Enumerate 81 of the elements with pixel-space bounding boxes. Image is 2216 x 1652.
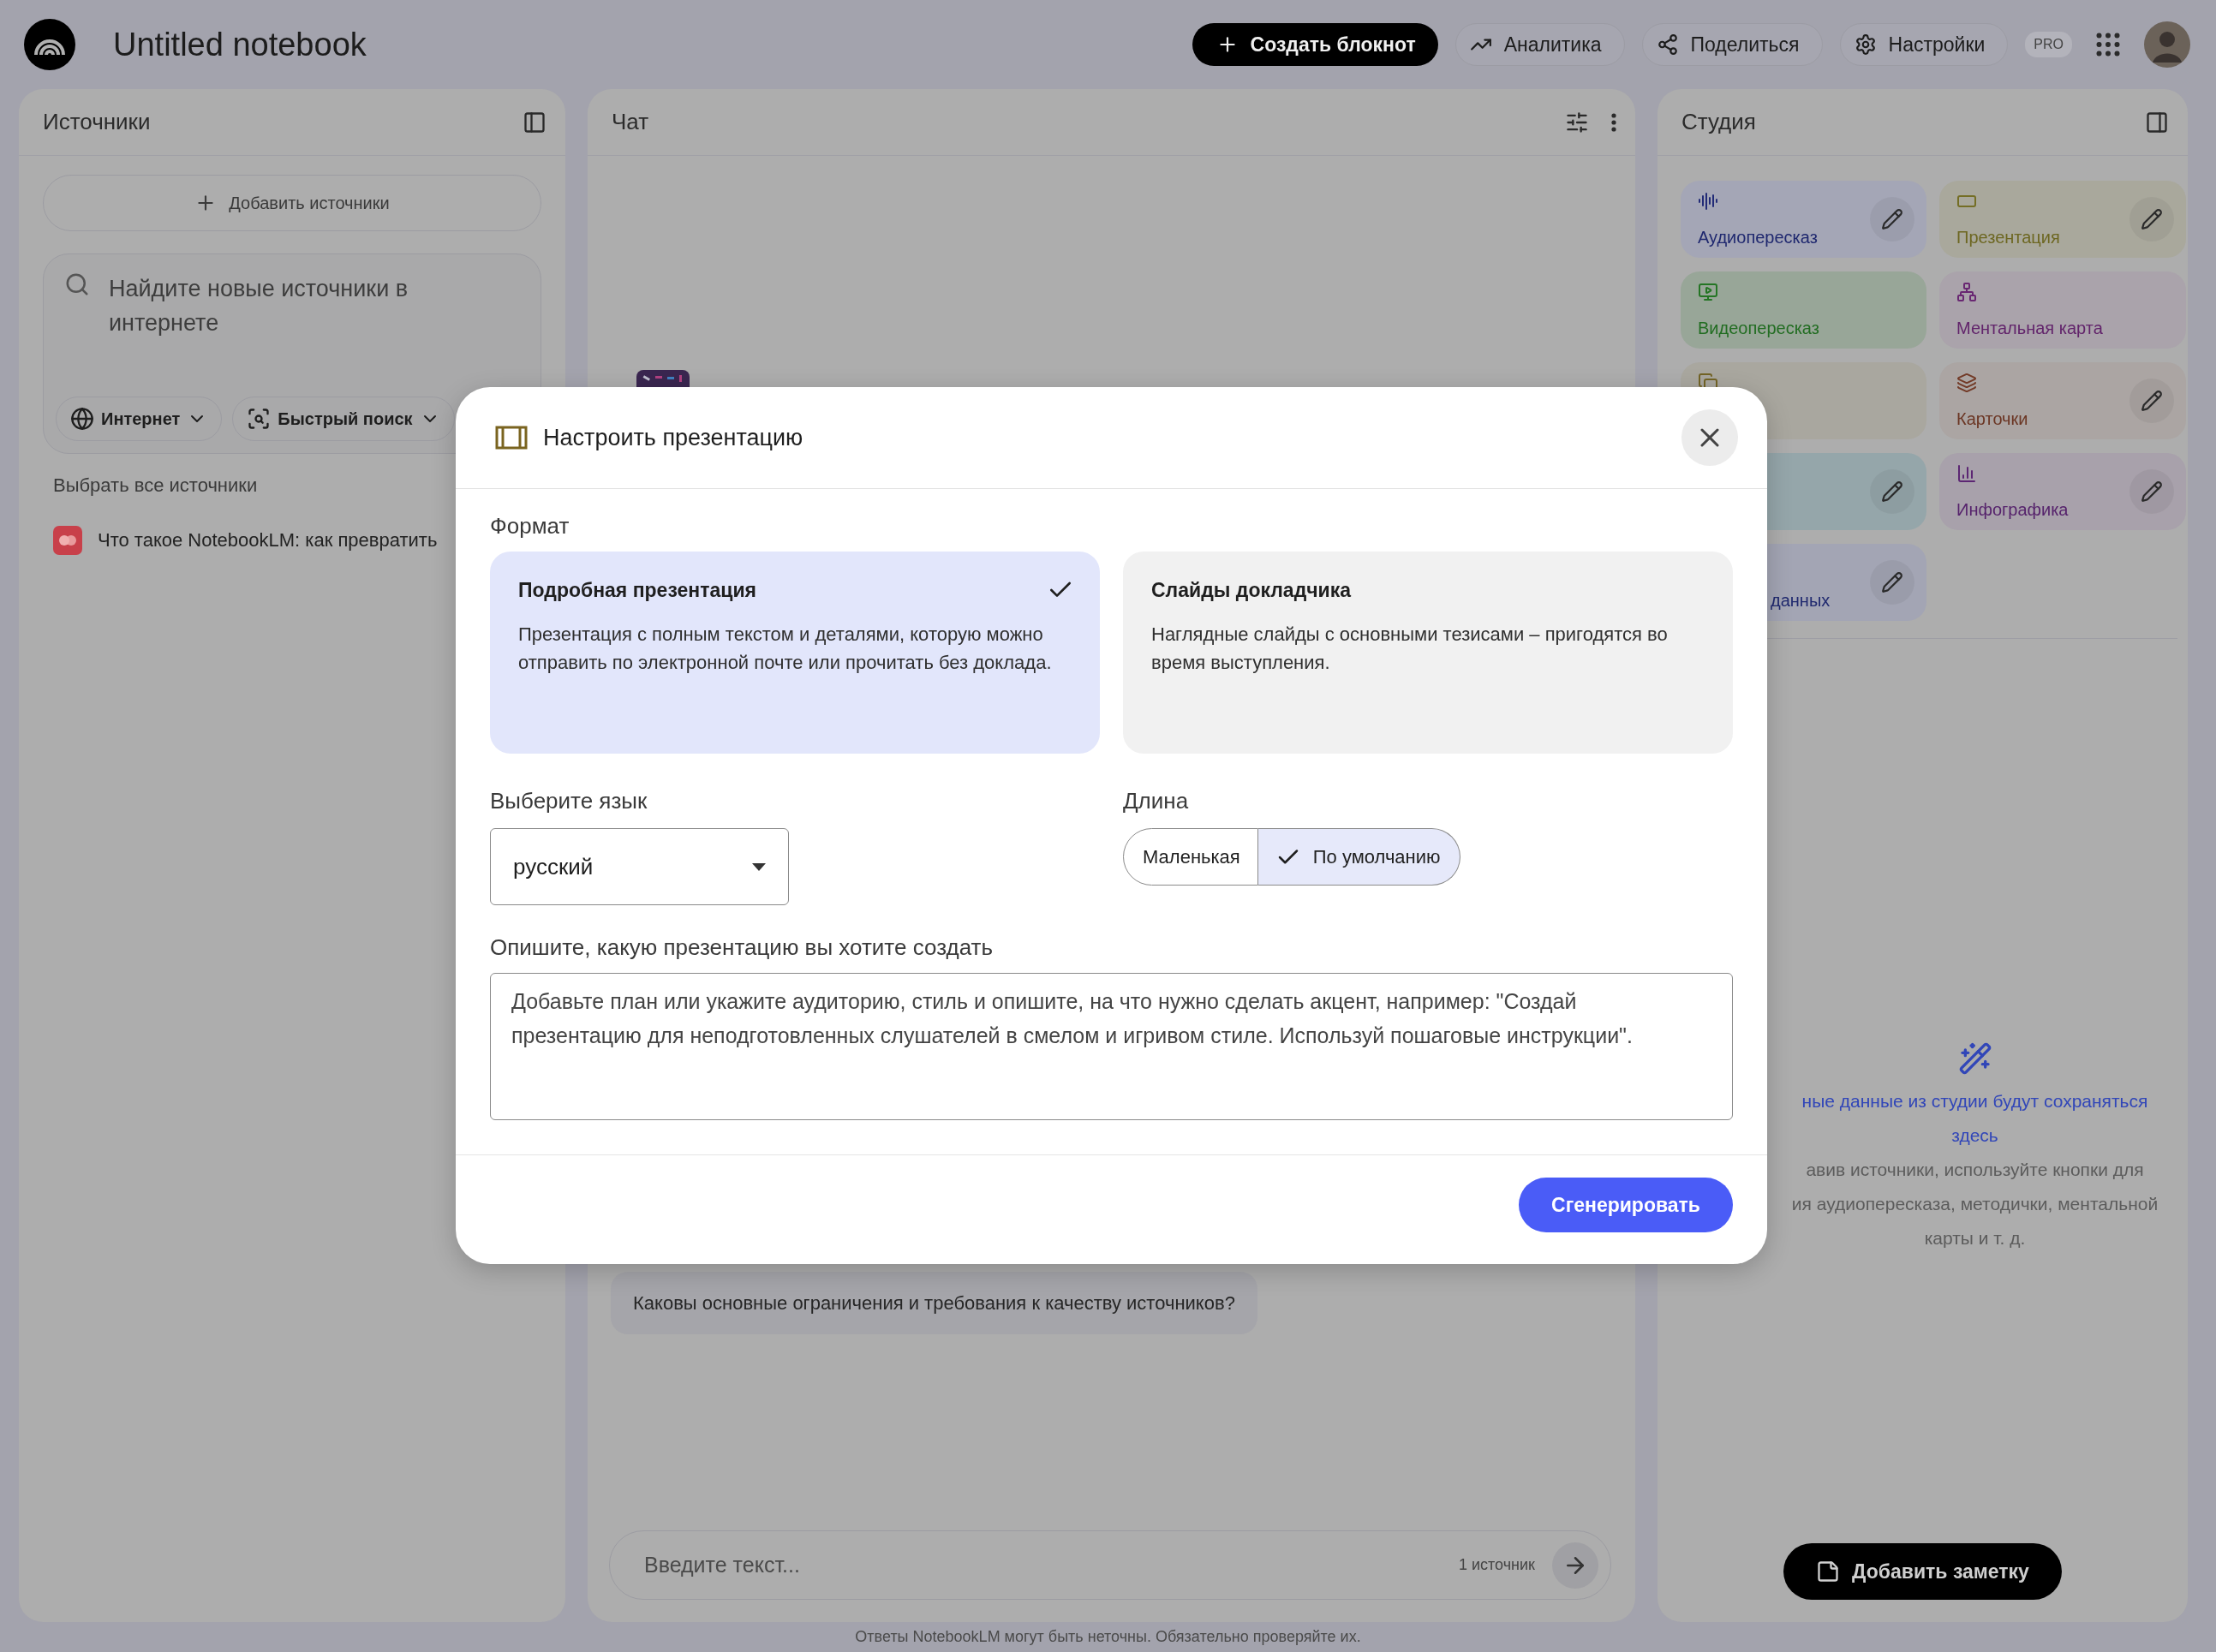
panel-title: Чат — [612, 109, 649, 135]
panel-icon — [2145, 110, 2169, 134]
tile-label: Аудиопересказ — [1698, 228, 1819, 248]
pencil-icon — [2141, 390, 2163, 412]
source-title[interactable]: Что такое NotebookLM: как превратить — [98, 529, 438, 552]
section-label: Формат — [490, 513, 570, 540]
edit-button[interactable] — [1870, 469, 1914, 514]
toolbar-button[interactable]: Настройки — [1839, 23, 2009, 66]
panel-title: Источники — [43, 109, 151, 135]
studio-tile[interactable]: Карточки — [1939, 362, 2186, 439]
edit-button[interactable] — [1870, 560, 1914, 605]
pencil-icon — [2141, 480, 2163, 503]
length-option[interactable]: Маленькая — [1123, 828, 1258, 886]
dropdown-caret-icon — [752, 862, 766, 871]
message-field[interactable]: Введите текст... — [642, 1552, 1442, 1578]
suggested-question[interactable]: Каковы основные ограничения и требования к качеству источников? — [611, 1272, 1257, 1334]
source-icon — [53, 526, 82, 555]
pro-badge: PRO — [2025, 32, 2072, 57]
empty-state-text: авив источники, используйте кнопки для ия аудиопересказа, методички, ментальной карты и т. д. — [1791, 1159, 2159, 1249]
disclaimer-text: Ответы NotebookLM могут быть неточны. Обязательно проверяйте их. — [855, 1628, 1361, 1646]
notebook-title[interactable]: Untitled notebook — [113, 26, 367, 63]
edit-button[interactable] — [1870, 197, 1914, 242]
note-icon — [1816, 1560, 1841, 1583]
length-option[interactable]: По умолчанию — [1257, 828, 1460, 886]
tile-label: Видеопересказ — [1698, 319, 1820, 338]
studio-tile[interactable]: Ментальная карта — [1939, 271, 2186, 349]
format-option[interactable]: Подробная презентация Презентация с полным текстом и деталями, которую можно отправить по электронной почте или прочитать без доклада. — [490, 552, 1100, 754]
magic-wand-icon — [1957, 1041, 1992, 1076]
edit-button[interactable] — [2129, 197, 2174, 242]
studio-tile[interactable]: Аудиопересказ — [1681, 181, 1926, 258]
edit-button[interactable] — [2129, 379, 2174, 423]
settings-icon — [1854, 33, 1877, 56]
pencil-icon — [1881, 208, 1903, 230]
share-icon — [1656, 33, 1679, 56]
studio-tile[interactable]: Инфографика — [1939, 453, 2186, 530]
pencil-icon — [2141, 208, 2163, 230]
network-icon — [1956, 282, 1977, 302]
select-all-label: Выбрать все источники — [52, 474, 259, 497]
option-title: Подробная презентация — [518, 578, 756, 602]
source-count: 1 источник — [1459, 1556, 1535, 1574]
field-label: Выберите язык — [490, 788, 648, 814]
create-notebook-button[interactable]: Создать блокнот — [1192, 23, 1438, 66]
audio-waves-icon — [1698, 191, 1718, 212]
description-field[interactable]: Добавьте план или укажите аудиторию, стиль и опишите, на что нужно сделать акцент, например: "Создай презентацию для неподготовленных слушателей в смелом и игривом стиле. Используй пошаговые инструкции". — [490, 973, 1733, 1120]
source-search-box[interactable]: Найдите новые источники в интернете Интернет Быстрый поиск — [43, 253, 541, 454]
tile-label: Ментальная карта — [1956, 319, 2104, 338]
avatar-icon[interactable] — [2144, 21, 2190, 68]
tile-label: данных — [1770, 591, 1831, 611]
chat-input[interactable]: Введите текст... 1 источник — [609, 1530, 1611, 1600]
toolbar-button[interactable]: Аналитика — [1454, 23, 1625, 66]
tile-label: Презентация — [1956, 228, 2061, 248]
empty-state-title: ные данные из студии будут сохраняться здесь — [1801, 1090, 2148, 1147]
tile-label: Карточки — [1956, 409, 2029, 429]
option-description: Наглядные слайды с основными тезисами – пригодятся во время выступления. — [1151, 623, 1669, 675]
tile-label: Инфографика — [1956, 500, 2070, 520]
more-icon — [1611, 112, 1616, 132]
search-field[interactable]: Найдите новые источники в интернете — [109, 271, 511, 342]
search-icon — [247, 407, 272, 431]
add-note-button[interactable]: Добавить заметку — [1783, 1543, 2062, 1600]
panel-icon — [523, 110, 547, 134]
generate-button[interactable]: Сгенерировать — [1519, 1178, 1733, 1232]
language-select[interactable]: русский — [490, 828, 789, 905]
logo-icon[interactable] — [24, 19, 75, 70]
cards-icon — [1956, 373, 1977, 393]
pencil-icon — [1881, 480, 1903, 503]
edit-button[interactable] — [2129, 469, 2174, 514]
bar-chart-icon — [1956, 463, 1977, 484]
option-title: Слайды докладчика — [1151, 578, 1352, 602]
search-icon — [64, 271, 90, 297]
field-label: Опишите, какую презентацию вы хотите создать — [490, 934, 994, 961]
format-option[interactable]: Слайды докладчика Наглядные слайды с основными тезисами – пригодятся во время выступления. — [1123, 552, 1733, 754]
slides-icon — [495, 426, 528, 450]
video-icon — [1698, 282, 1718, 302]
toolbar-button[interactable]: Поделиться — [1641, 23, 1823, 66]
field-label: Длина — [1123, 788, 1190, 814]
option-description: Презентация с полным текстом и деталями, которую можно отправить по электронной почте или прочитать без доклада. — [518, 623, 1053, 675]
panel-title: Студия — [1681, 109, 1756, 135]
dialog-title: Настроить презентацию — [543, 424, 803, 451]
sliders-icon — [1565, 110, 1589, 134]
globe-icon — [70, 407, 94, 431]
pencil-icon — [1881, 571, 1903, 593]
